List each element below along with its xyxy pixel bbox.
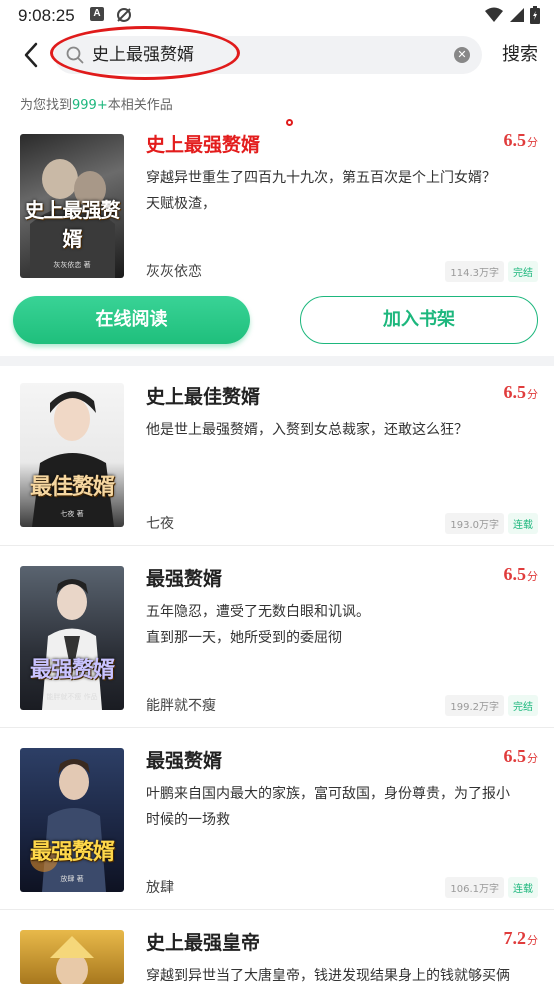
search-button[interactable]: 搜索 bbox=[502, 40, 538, 70]
cover-title: 史上最强赘婿 bbox=[24, 198, 121, 251]
word-count-badge: 199.2万字 bbox=[445, 695, 504, 716]
book-title[interactable]: 史上最强赘婿 bbox=[146, 130, 260, 157]
book-author: 七夜 bbox=[146, 516, 174, 532]
search-header: ✕ 搜索 bbox=[0, 26, 554, 80]
book-title[interactable]: 史上最强皇帝 bbox=[146, 928, 260, 955]
book-score: 6.5分 bbox=[504, 564, 539, 585]
annotation-dot bbox=[286, 119, 293, 126]
desc-line: 五年隐忍，遭受了无数白眼和讥讽。 bbox=[146, 604, 370, 620]
desc-line: 穿越到异世当了大唐皇帝，钱进发现结果身上的钱就够买俩 bbox=[146, 968, 510, 984]
book-title[interactable]: 最强赘婿 bbox=[146, 746, 222, 773]
score-unit: 分 bbox=[527, 389, 538, 401]
book-score: 6.5分 bbox=[504, 746, 539, 767]
word-count-badge: 114.3万字 bbox=[445, 261, 504, 282]
book-cover[interactable] bbox=[20, 930, 124, 984]
battery-icon bbox=[530, 6, 540, 28]
wifi-icon bbox=[485, 7, 503, 27]
result-number: 999+ bbox=[72, 98, 108, 113]
score-value: 6.5 bbox=[503, 130, 527, 150]
read-online-button[interactable]: 在线阅读 bbox=[13, 296, 250, 344]
book-title[interactable]: 最强赘婿 bbox=[146, 564, 222, 591]
score-unit: 分 bbox=[527, 935, 538, 947]
desc-line: 时候的一场救 bbox=[146, 812, 230, 828]
book-cover[interactable]: 最佳赘婿 七夜 著 bbox=[20, 383, 124, 527]
book-description: 五年隐忍，遭受了无数白眼和讥讽。 直到那一天，她所受到的委屈彻 bbox=[146, 599, 538, 651]
desc-line: 他是世上最强赘婿，入赘到女总裁家，还敢这么狂？ bbox=[146, 422, 468, 438]
search-box[interactable]: ✕ bbox=[54, 36, 482, 74]
status-bar: 9:08:25 A bbox=[0, 0, 554, 32]
score-unit: 分 bbox=[527, 571, 538, 583]
book-tags: 106.1万字 连载 bbox=[445, 877, 538, 898]
cover-author: 放肆 著 bbox=[60, 875, 84, 883]
cover-author: 灰灰依恋 著 bbox=[53, 261, 91, 269]
book-title[interactable]: 史上最佳赘婿 bbox=[146, 382, 260, 409]
result-prefix: 为您找到 bbox=[20, 98, 73, 113]
score-value: 7.2 bbox=[503, 928, 527, 948]
book-cover[interactable]: 最强赘婿 能胖就不瘦 作品 bbox=[20, 566, 124, 710]
book-author: 能胖就不瘦 bbox=[146, 698, 216, 714]
book-tags: 114.3万字 完结 bbox=[445, 261, 538, 282]
result-count: 为您找到999+本相关作品 bbox=[20, 94, 173, 113]
signal-icon bbox=[509, 7, 524, 27]
book-description: 穿越异世重生了四百九十九次，第五百次是个上门女婿？ 天赋极渣， bbox=[146, 165, 538, 217]
desc-line: 叶鹏来自国内最大的家族，富可敌国，身份尊贵，为了报小 bbox=[146, 786, 510, 802]
cover-author: 能胖就不瘦 作品 bbox=[46, 693, 98, 701]
notification-a-icon: A bbox=[90, 7, 104, 21]
word-count-badge: 193.0万字 bbox=[445, 513, 504, 534]
cover-author: 七夜 著 bbox=[60, 510, 84, 518]
desc-line: 直到那一天，她所受到的委屈彻 bbox=[146, 630, 342, 646]
score-value: 6.5 bbox=[503, 382, 527, 402]
book-cover[interactable]: 最强赘婿 放肆 著 bbox=[20, 748, 124, 892]
desc-line: 天赋极渣， bbox=[146, 196, 216, 212]
score-value: 6.5 bbox=[503, 746, 527, 766]
cover-title: 最佳赘婿 bbox=[29, 474, 115, 500]
search-input[interactable] bbox=[92, 36, 422, 74]
book-score: 6.5分 bbox=[504, 382, 539, 403]
score-unit: 分 bbox=[527, 753, 538, 765]
book-tags: 193.0万字 连载 bbox=[445, 513, 538, 534]
back-button[interactable] bbox=[18, 40, 46, 70]
score-unit: 分 bbox=[527, 137, 538, 149]
book-cover[interactable]: 史上最强赘婿 灰灰依恋 著 bbox=[20, 134, 124, 278]
add-to-shelf-button[interactable]: 加入书架 bbox=[300, 296, 538, 344]
book-author: 灰灰依恋 bbox=[146, 264, 202, 280]
search-icon bbox=[66, 46, 84, 68]
chevron-left-icon bbox=[24, 42, 38, 68]
book-author: 放肆 bbox=[146, 880, 174, 896]
status-badge: 连载 bbox=[508, 513, 538, 534]
divider bbox=[0, 727, 554, 728]
book-description: 叶鹏来自国内最大的家族，富可敌国，身份尊贵，为了报小 时候的一场救 bbox=[146, 781, 538, 833]
book-description: 穿越到异世当了大唐皇帝，钱进发现结果身上的钱就够买俩 bbox=[146, 963, 538, 984]
book-score: 7.2分 bbox=[504, 928, 539, 949]
sync-off-icon bbox=[116, 7, 132, 27]
divider bbox=[0, 545, 554, 546]
desc-line: 穿越异世重生了四百九十九次，第五百次是个上门女婿？ bbox=[146, 170, 496, 186]
clear-icon[interactable]: ✕ bbox=[454, 47, 470, 63]
word-count-badge: 106.1万字 bbox=[445, 877, 504, 898]
book-description: 他是世上最强赘婿，入赘到女总裁家，还敢这么狂？ bbox=[146, 417, 538, 443]
divider bbox=[0, 909, 554, 910]
status-time: 9:08:25 bbox=[18, 6, 75, 25]
cover-title: 最强赘婿 bbox=[29, 839, 115, 865]
result-suffix: 本相关作品 bbox=[107, 98, 173, 113]
status-badge: 完结 bbox=[508, 695, 538, 716]
cover-title: 最强赘婿 bbox=[29, 657, 115, 683]
status-badge: 连载 bbox=[508, 877, 538, 898]
book-tags: 199.2万字 完结 bbox=[445, 695, 538, 716]
section-divider bbox=[0, 356, 554, 366]
book-score: 6.5分 bbox=[504, 130, 539, 151]
score-value: 6.5 bbox=[503, 564, 527, 584]
status-badge: 完结 bbox=[508, 261, 538, 282]
